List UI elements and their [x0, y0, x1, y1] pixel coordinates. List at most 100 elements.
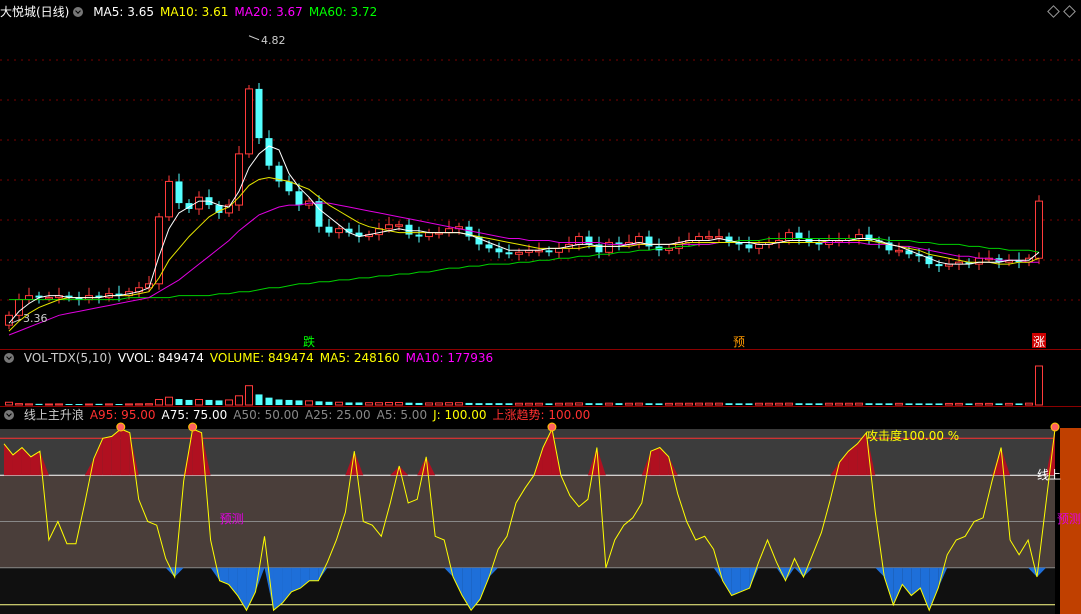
- volume-bar: [685, 402, 693, 406]
- volume-bar: [355, 402, 363, 405]
- indicator-zone: [0, 438, 1055, 476]
- volume-bar: [345, 402, 353, 405]
- volume-bar: [165, 396, 173, 406]
- oversold-fill: [731, 567, 741, 596]
- volume-bar: [945, 402, 953, 406]
- volume-bar: [465, 402, 473, 405]
- candle-down: [485, 244, 493, 249]
- predict-label: 预测: [1057, 512, 1081, 526]
- volume-bar: [605, 402, 613, 406]
- candle-up: [395, 224, 403, 227]
- volume-bar: [395, 401, 403, 406]
- volume-bar: [275, 399, 283, 405]
- candle-down: [295, 191, 303, 206]
- volume-bar: [745, 403, 753, 405]
- candle-up: [245, 88, 253, 155]
- candle-down: [585, 236, 593, 245]
- volume-bar: [545, 403, 553, 405]
- volume-bar: [915, 403, 923, 405]
- volume-bar: [295, 400, 303, 405]
- volume-bar: [975, 402, 983, 406]
- volume-bar: [855, 402, 863, 406]
- volume-bar: [25, 403, 33, 406]
- volume-bar: [95, 403, 103, 405]
- candle-up: [705, 236, 713, 239]
- volume-bar: [895, 402, 903, 406]
- candle-up: [425, 232, 433, 238]
- volume-bar: [645, 403, 653, 405]
- candle-up: [635, 236, 643, 243]
- low-label: 3.36: [23, 312, 48, 325]
- volume-bar: [575, 402, 583, 406]
- candle-up: [755, 243, 763, 249]
- candle-up: [785, 232, 793, 241]
- volume-bar: [5, 401, 13, 406]
- volume-bar: [215, 400, 223, 405]
- candle-up: [385, 224, 393, 230]
- overbought-fill: [650, 447, 660, 476]
- volume-bar: [55, 403, 63, 406]
- volume-bar: [655, 403, 663, 405]
- volume-bar: [35, 403, 43, 405]
- peak-marker: [547, 422, 557, 432]
- volume-bar: [175, 399, 183, 405]
- volume-bar: [305, 400, 313, 406]
- peak-marker: [1050, 422, 1060, 432]
- candle-down: [865, 234, 873, 241]
- volume-bar: [905, 403, 913, 405]
- candle-up: [715, 236, 723, 239]
- volume-bar: [565, 402, 573, 406]
- signal-label: 跌: [303, 334, 315, 349]
- volume-bar: [365, 402, 373, 406]
- volume-bar: [85, 403, 93, 406]
- candle-up: [45, 297, 53, 300]
- volume-bar: [285, 399, 293, 405]
- volume-bar: [775, 402, 783, 406]
- candle-down: [255, 88, 263, 139]
- volume-bar: [985, 402, 993, 406]
- oversold-fill: [309, 567, 319, 581]
- volume-bar: [115, 403, 123, 405]
- candle-down: [175, 181, 183, 204]
- candle-up: [25, 295, 33, 301]
- volume-bar: [715, 402, 723, 406]
- volume-bar: [935, 403, 943, 405]
- volume-bar: [825, 402, 833, 406]
- volume-bar: [1005, 402, 1013, 406]
- high-label: 4.82: [261, 34, 286, 47]
- volume-bar: [725, 403, 733, 405]
- volume-bar: [815, 403, 823, 405]
- volume-bar: [425, 402, 433, 406]
- volume-bar: [445, 402, 453, 406]
- overbought-fill: [102, 436, 112, 476]
- candle-down: [935, 264, 943, 267]
- volume-bar: [195, 398, 203, 406]
- volume-bar: [415, 402, 423, 405]
- volume-bar: [485, 403, 493, 405]
- candle-up: [975, 257, 983, 265]
- candle-up: [855, 234, 863, 240]
- volume-bar: [525, 402, 533, 406]
- candle-up: [1035, 200, 1043, 259]
- candle-down: [545, 250, 553, 253]
- volume-bar: [145, 403, 153, 406]
- candle-up: [695, 236, 703, 241]
- candle-down: [745, 244, 753, 249]
- volume-bar: [315, 401, 323, 405]
- stock-chart[interactable]: 4.82 3.36 跌 预 涨攻击度100.00 % 线上预测 预测: [0, 0, 1081, 614]
- candle-down: [415, 234, 423, 237]
- volume-bar: [135, 403, 143, 406]
- volume-bar: [635, 402, 643, 406]
- volume-bar: [45, 403, 53, 406]
- candle-up: [15, 299, 23, 316]
- candle-down: [265, 138, 273, 166]
- candle-up: [335, 228, 343, 234]
- volume-bar: [105, 403, 113, 406]
- volume-bar: [1015, 403, 1023, 405]
- volume-bar: [225, 399, 233, 406]
- volume-bar: [65, 403, 73, 405]
- candle-up: [895, 249, 903, 253]
- volume-bar: [435, 402, 443, 406]
- volume-bar: [995, 403, 1003, 405]
- candle-up: [165, 180, 173, 218]
